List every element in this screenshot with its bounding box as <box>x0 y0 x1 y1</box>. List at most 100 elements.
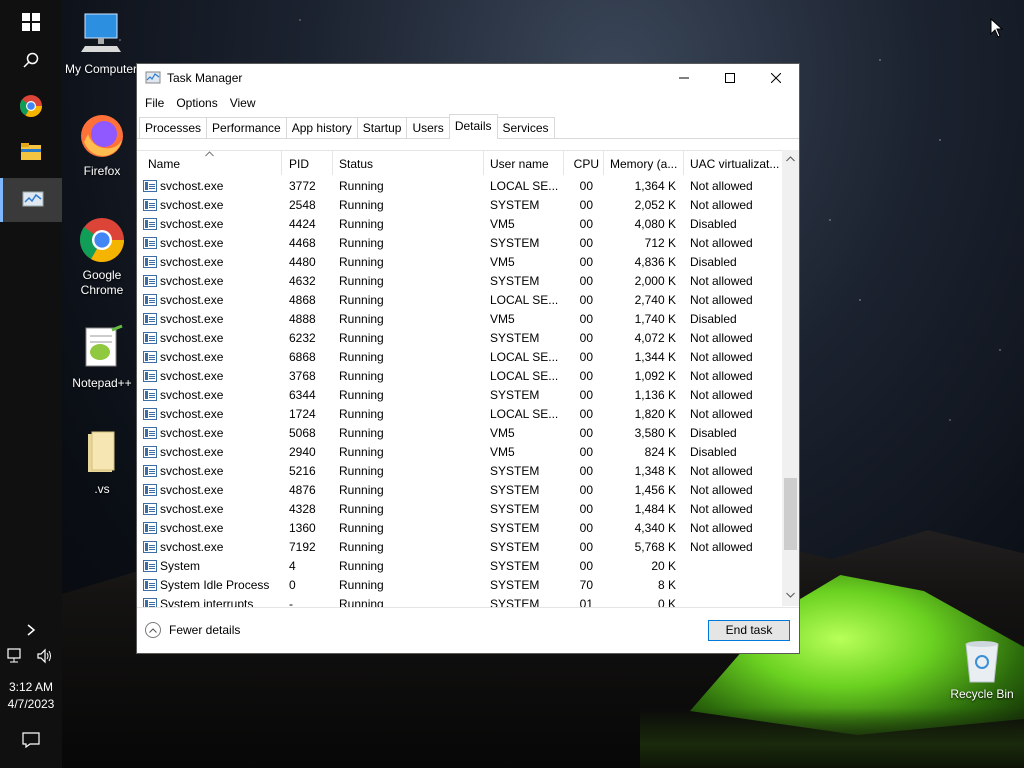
menu-options[interactable]: Options <box>170 96 223 110</box>
tab-startup[interactable]: Startup <box>356 117 408 138</box>
column-header-uac[interactable]: UAC virtualizat... <box>684 151 783 175</box>
cell-uac: Not allowed <box>690 179 753 193</box>
cell-user: SYSTEM <box>490 274 540 288</box>
table-row[interactable]: svchost.exe 2940 Running VM5 00 824 K Disabled <box>137 443 783 462</box>
cell-status: Running <box>339 407 384 421</box>
desktop-icon-firefox[interactable]: Firefox <box>62 112 142 178</box>
recycle-bin-icon <box>965 641 999 683</box>
notepad-plus-plus-icon <box>78 324 126 372</box>
tab-performance[interactable]: Performance <box>206 117 287 138</box>
cell-user: VM5 <box>490 445 515 459</box>
cell-pid: 3768 <box>289 369 316 383</box>
cell-status: Running <box>339 274 384 288</box>
cell-cpu: 00 <box>579 540 593 554</box>
desktop-icon-label: Notepad++ <box>72 376 132 390</box>
menu-file[interactable]: File <box>139 96 170 110</box>
cell-cpu: 00 <box>579 483 593 497</box>
close-button[interactable] <box>753 64 799 92</box>
cell-cpu: 00 <box>579 388 593 402</box>
table-row[interactable]: System 4 Running SYSTEM 00 20 K <box>137 557 783 576</box>
cell-uac: Disabled <box>690 445 737 459</box>
table-row[interactable]: svchost.exe 4888 Running VM5 00 1,740 K Disabl… <box>137 310 783 329</box>
desktop-icon-recycle-bin[interactable]: Recycle Bin <box>946 638 1018 701</box>
firefox-icon <box>78 112 126 160</box>
tab-services[interactable]: Services <box>496 117 555 138</box>
process-icon <box>143 370 157 382</box>
table-row[interactable]: svchost.exe 4468 Running SYSTEM 00 712 K Not a… <box>137 234 783 253</box>
desktop-icon-notepad-plus-plus[interactable]: Notepad++ <box>62 324 142 390</box>
table-row[interactable]: svchost.exe 7192 Running SYSTEM 00 5,768 K Not… <box>137 538 783 557</box>
cell-user: SYSTEM <box>490 331 540 345</box>
cell-user: LOCAL SE... <box>490 350 559 364</box>
table-row[interactable]: svchost.exe 5216 Running SYSTEM 00 1,348 K Not… <box>137 462 783 481</box>
taskbar: 3:12 AM 4/7/2023 <box>0 0 62 768</box>
network-button[interactable] <box>0 634 30 678</box>
fewer-details-button[interactable]: Fewer details <box>145 622 240 638</box>
maximize-button[interactable] <box>707 64 753 92</box>
mouse-cursor-icon <box>990 18 1004 38</box>
table-row[interactable]: svchost.exe 4424 Running VM5 00 4,080 K Disabl… <box>137 215 783 234</box>
cell-uac: Not allowed <box>690 274 753 288</box>
table-row[interactable]: svchost.exe 6344 Running SYSTEM 00 1,136 K Not… <box>137 386 783 405</box>
table-row[interactable]: svchost.exe 1360 Running SYSTEM 00 4,340 K Not… <box>137 519 783 538</box>
column-header-memory[interactable]: Memory (a... <box>604 151 684 175</box>
table-row[interactable]: svchost.exe 2548 Running SYSTEM 00 2,052 K Not… <box>137 196 783 215</box>
desktop-icon-my-computer[interactable]: My Computer <box>61 10 141 76</box>
table-row[interactable]: System interrupts - Running SYSTEM 01 0 K <box>137 595 783 607</box>
taskbar-chrome[interactable] <box>0 84 62 128</box>
cell-user: LOCAL SE... <box>490 293 559 307</box>
clock-time[interactable]: 3:12 AM <box>0 680 62 694</box>
cell-cpu: 00 <box>579 293 593 307</box>
column-header-user-name[interactable]: User name <box>484 151 564 175</box>
cell-cpu: 00 <box>579 236 593 250</box>
details-list[interactable]: Name PID Status User name CPU Memory (a.… <box>137 150 799 607</box>
desktop-icon-google-chrome[interactable]: Google Chrome <box>62 216 142 298</box>
tab-details[interactable]: Details <box>448 114 498 139</box>
vertical-scrollbar[interactable] <box>782 150 799 606</box>
process-icon <box>143 465 157 477</box>
tab-users[interactable]: Users <box>406 117 450 138</box>
table-row[interactable]: svchost.exe 4868 Running LOCAL SE... 00 2,740… <box>137 291 783 310</box>
table-row[interactable]: svchost.exe 3772 Running LOCAL SE... 00 1,364… <box>137 177 783 196</box>
tab-processes[interactable]: Processes <box>139 117 208 138</box>
desktop-icon-vs-folder[interactable]: .vs <box>62 430 142 496</box>
cell-pid: 5216 <box>289 464 316 478</box>
end-task-button[interactable]: End task <box>708 620 790 641</box>
cell-status: Running <box>339 255 384 269</box>
volume-button[interactable] <box>30 634 60 678</box>
cell-mem: 2,052 K <box>634 198 676 212</box>
cell-user: LOCAL SE... <box>490 179 559 193</box>
column-header-cpu[interactable]: CPU <box>564 151 604 175</box>
search-button[interactable] <box>0 38 62 82</box>
tab-app-history[interactable]: App history <box>285 117 358 138</box>
clock-date[interactable]: 4/7/2023 <box>0 697 62 711</box>
table-row[interactable]: svchost.exe 6232 Running SYSTEM 00 4,072 K Not… <box>137 329 783 348</box>
table-row[interactable]: svchost.exe 4328 Running SYSTEM 00 1,484 K Not… <box>137 500 783 519</box>
menu-view[interactable]: View <box>224 96 262 110</box>
process-icon <box>143 484 157 496</box>
task-manager-window: Task Manager File Options View Processes… <box>136 63 800 654</box>
table-row[interactable]: svchost.exe 6868 Running LOCAL SE... 00 1,344… <box>137 348 783 367</box>
table-row[interactable]: svchost.exe 3768 Running LOCAL SE... 00 1,092… <box>137 367 783 386</box>
column-header-row: Name PID Status User name CPU Memory (a.… <box>137 151 783 175</box>
column-header-pid[interactable]: PID <box>283 151 333 175</box>
taskbar-file-explorer[interactable] <box>0 130 62 174</box>
cell-user: SYSTEM <box>490 388 540 402</box>
minimize-button[interactable] <box>661 64 707 92</box>
table-row[interactable]: svchost.exe 4876 Running SYSTEM 00 1,456 K Not… <box>137 481 783 500</box>
action-center-button[interactable] <box>0 718 62 762</box>
cell-name: svchost.exe <box>160 445 224 459</box>
table-row[interactable]: svchost.exe 1724 Running LOCAL SE... 00 1,820… <box>137 405 783 424</box>
table-row[interactable]: System Idle Process 0 Running SYSTEM 70 8 K <box>137 576 783 595</box>
table-row[interactable]: svchost.exe 4480 Running VM5 00 4,836 K Disabl… <box>137 253 783 272</box>
table-row[interactable]: svchost.exe 4632 Running SYSTEM 00 2,000 K Not… <box>137 272 783 291</box>
table-row[interactable]: svchost.exe 5068 Running VM5 00 3,580 K Disabl… <box>137 424 783 443</box>
cell-pid: 0 <box>289 578 296 592</box>
taskbar-task-manager[interactable] <box>0 178 62 222</box>
scrollbar-thumb[interactable] <box>784 478 797 550</box>
column-header-status[interactable]: Status <box>333 151 484 175</box>
cell-cpu: 00 <box>579 559 593 573</box>
cell-mem: 20 K <box>651 559 676 573</box>
cell-name: svchost.exe <box>160 198 224 212</box>
title-bar[interactable]: Task Manager <box>137 64 799 92</box>
